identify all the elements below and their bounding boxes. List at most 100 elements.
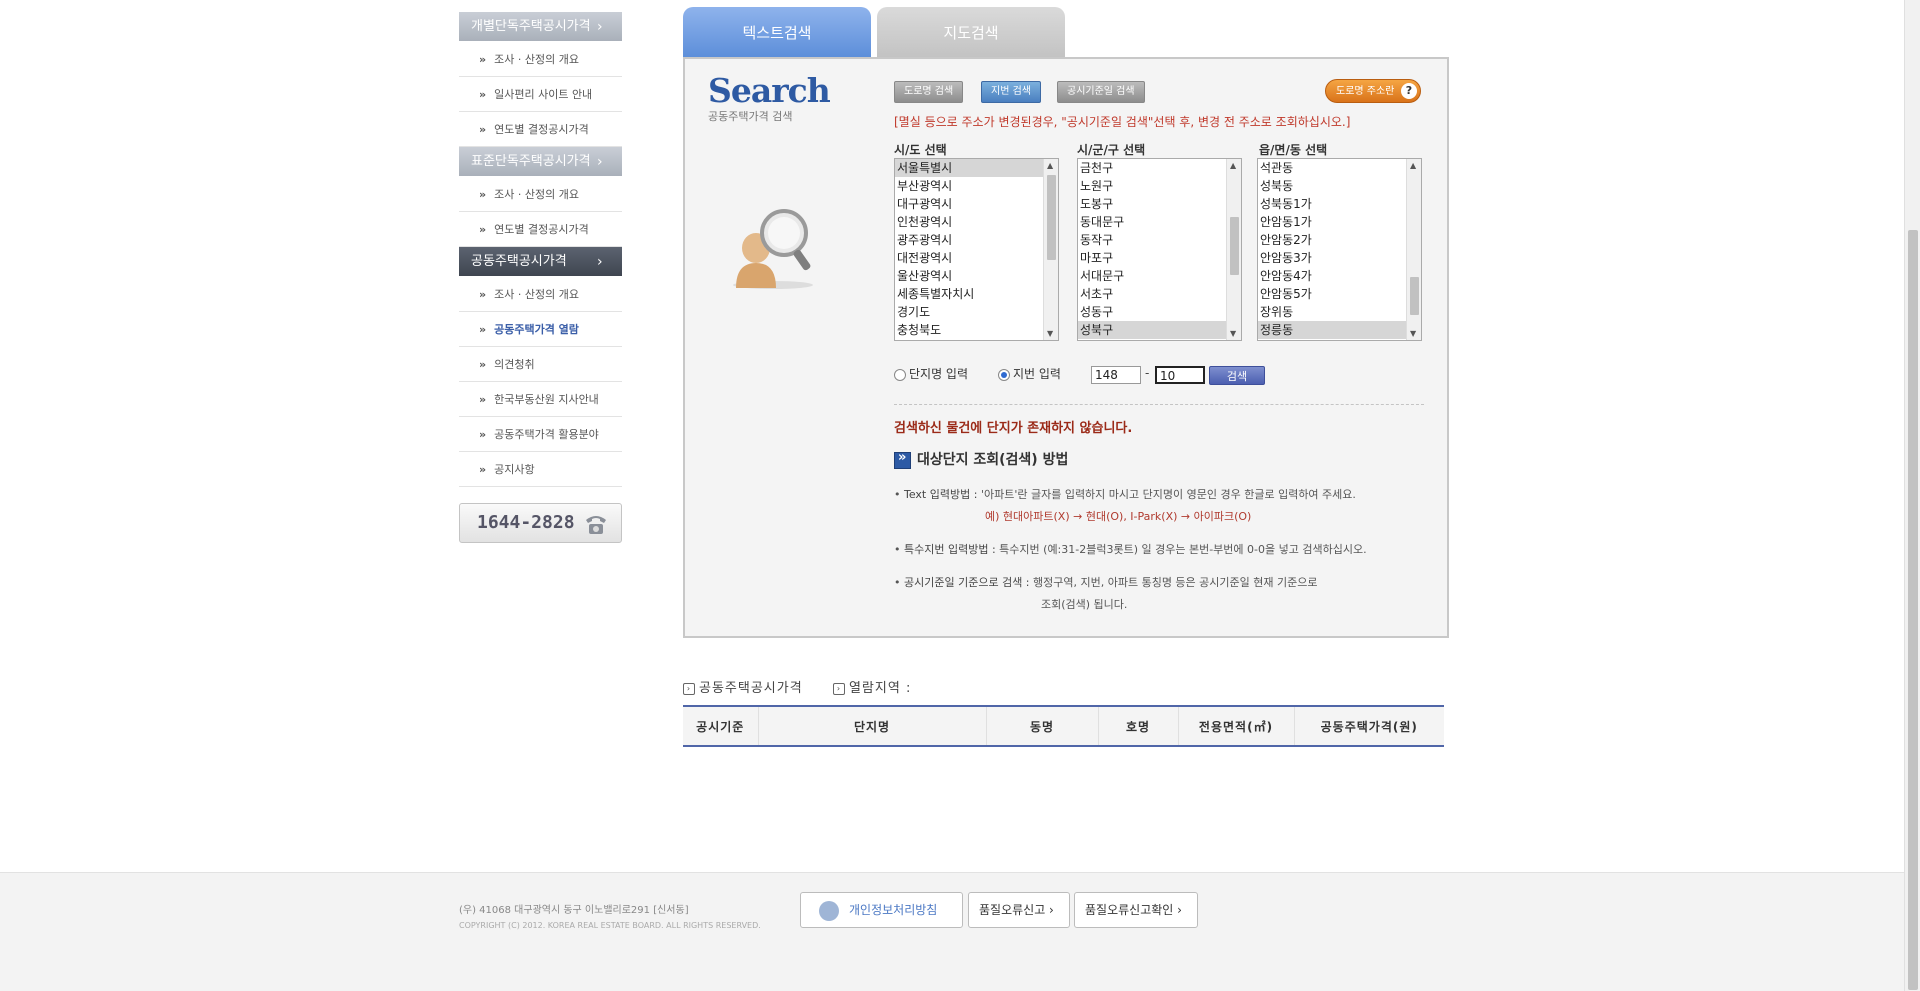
sidebar-item-yearly-2[interactable]: » 연도별 결정공시가격 [459, 212, 622, 247]
list-item[interactable]: 충청북도 [895, 321, 1058, 339]
list-item[interactable]: 마포구 [1078, 249, 1241, 267]
scroll-down-icon[interactable]: ▼ [1230, 329, 1236, 338]
list-item[interactable]: 성북동 [1258, 177, 1421, 195]
sidebar-item-notice[interactable]: » 공지사항 [459, 452, 622, 487]
scroll-thumb[interactable] [1908, 230, 1918, 990]
list-item[interactable]: 노원구 [1078, 177, 1241, 195]
phone-number: 1644-2828 [477, 512, 575, 533]
list-item[interactable]: 도봉구 [1078, 195, 1241, 213]
dong-select[interactable]: 석관동 성북동 성북동1가 안암동1가 안암동2가 안암동3가 안암동4가 안암… [1257, 158, 1422, 341]
menu-head-individual-house[interactable]: 개별단독주택공시가격 › [459, 12, 622, 42]
guide-announce-date: • 공시기준일 기준으로 검색 : 행정구역, 지번, 아파트 통칭명 등은 공… [894, 572, 1317, 616]
bunji-radio[interactable]: 지번 입력 [998, 365, 1061, 382]
bullet-icon: » [479, 288, 487, 301]
help-icon: ? [1401, 83, 1417, 99]
bullet-icon: » [479, 88, 487, 101]
menu-head-apartment[interactable]: 공동주택공시가격 › [459, 247, 622, 277]
radio-icon[interactable] [998, 368, 1010, 381]
list-item[interactable]: 부산광역시 [895, 177, 1058, 195]
scroll-thumb[interactable] [1047, 175, 1056, 260]
result-region-label: 열람지역 : [848, 681, 912, 696]
list-item[interactable]: 성동구 [1078, 303, 1241, 321]
sidebar-item-ilsa[interactable]: » 일사편리 사이트 안내 [459, 77, 622, 112]
list-item[interactable]: 서울특별시 [895, 159, 1058, 177]
list-item[interactable]: 정릉동 [1258, 321, 1421, 339]
list-item[interactable]: 대구광역시 [895, 195, 1058, 213]
radio-icon[interactable] [894, 368, 906, 381]
chevron-right-icon: › [597, 154, 603, 170]
menu-head-standard-house[interactable]: 표준단독주택공시가격 › [459, 147, 622, 177]
announce-date-search-button[interactable]: 공시기준일 검색 [1057, 81, 1145, 103]
menu-head-label: 개별단독주택공시가격 [471, 19, 591, 34]
scrollbar[interactable]: ▲ ▼ [1043, 159, 1058, 340]
sidebar-item-usage[interactable]: » 공동주택가격 활용분야 [459, 417, 622, 452]
sidebar-item-overview-2[interactable]: » 조사 · 산정의 개요 [459, 177, 622, 212]
list-item[interactable]: 동대문구 [1078, 213, 1241, 231]
result-title: 공동주택공시가격 [699, 681, 803, 696]
sidebar-item-label: 한국부동산원 지사안내 [494, 393, 599, 406]
col-price: 공동주택가격(원) [1293, 705, 1444, 747]
tab-text-search[interactable]: 텍스트검색 [683, 7, 871, 59]
chevron-right-icon: › [597, 19, 603, 35]
list-item[interactable]: 안암동4가 [1258, 267, 1421, 285]
list-item[interactable]: 동작구 [1078, 231, 1241, 249]
list-item[interactable]: 안암동3가 [1258, 249, 1421, 267]
list-item[interactable]: 성북구 [1078, 321, 1241, 339]
complex-name-radio[interactable]: 단지명 입력 [894, 365, 968, 382]
menu-head-label: 공동주택공시가격 [471, 254, 567, 269]
sidebar-item-opinion[interactable]: » 의견청취 [459, 347, 622, 382]
scroll-up-icon[interactable]: ▲ [1230, 161, 1236, 170]
sido-label: 시/도 선택 [894, 143, 947, 157]
sidebar-item-overview-1[interactable]: » 조사 · 산정의 개요 [459, 42, 622, 77]
jibun-search-button[interactable]: 지번 검색 [981, 81, 1041, 103]
scrollbar[interactable]: ▲ ▼ [1226, 159, 1241, 340]
sidebar-item-label: 연도별 결정공시가격 [494, 223, 589, 236]
bullet-icon: • [894, 488, 901, 501]
bunji-main-input[interactable]: 148 [1091, 366, 1141, 384]
list-item[interactable]: 서초구 [1078, 285, 1241, 303]
list-item[interactable]: 금천구 [1078, 159, 1241, 177]
road-address-info-button[interactable]: 도로명 주소란? [1325, 79, 1421, 103]
no-result-message: 검색하신 물건에 단지가 존재하지 않습니다. [894, 421, 1133, 436]
scroll-up-icon[interactable]: ▲ [1047, 161, 1053, 170]
sidebar-item-yearly-1[interactable]: » 연도별 결정공시가격 [459, 112, 622, 147]
sidebar-item-branches[interactable]: » 한국부동산원 지사안내 [459, 382, 622, 417]
bunji-sub-input[interactable]: 10 [1155, 366, 1205, 384]
list-item[interactable]: 인천광역시 [895, 213, 1058, 231]
list-item[interactable]: 대전광역시 [895, 249, 1058, 267]
search-logo: Search 공동주택가격 검색 [708, 71, 831, 124]
search-button[interactable]: 검색 [1209, 366, 1265, 385]
quality-report-check-button[interactable]: 품질오류신고확인 › [1074, 892, 1198, 928]
bullet-icon: » [479, 53, 487, 66]
sidebar-item-apartment-view[interactable]: » 공동주택가격 열람 [459, 312, 622, 347]
list-item[interactable]: 장위동 [1258, 303, 1421, 321]
sidebar-item-label: 조사 · 산정의 개요 [494, 288, 579, 301]
sido-select[interactable]: 서울특별시 부산광역시 대구광역시 인천광역시 광주광역시 대전광역시 울산광역… [894, 158, 1059, 341]
magnifier-person-illustration [733, 209, 813, 289]
list-item[interactable]: 안암동2가 [1258, 231, 1421, 249]
bullet-icon: • [894, 576, 901, 589]
sigungu-select[interactable]: 금천구 노원구 도봉구 동대문구 동작구 마포구 서대문구 서초구 성동구 성북… [1077, 158, 1242, 341]
sidebar-item-overview-3[interactable]: » 조사 · 산정의 개요 [459, 277, 622, 312]
list-item[interactable]: 안암동1가 [1258, 213, 1421, 231]
scroll-thumb[interactable] [1410, 277, 1419, 315]
list-item[interactable]: 성북동1가 [1258, 195, 1421, 213]
list-item[interactable]: 세종특별자치시 [895, 285, 1058, 303]
list-item[interactable]: 경기도 [895, 303, 1058, 321]
list-item[interactable]: 광주광역시 [895, 231, 1058, 249]
tab-map-search[interactable]: 지도검색 [877, 7, 1065, 59]
scroll-down-icon[interactable]: ▼ [1047, 329, 1053, 338]
scrollbar[interactable]: ▲ ▼ [1406, 159, 1421, 340]
list-item[interactable]: 안암동5가 [1258, 285, 1421, 303]
scroll-down-icon[interactable]: ▼ [1410, 329, 1416, 338]
list-item[interactable]: 서대문구 [1078, 267, 1241, 285]
scroll-up-icon[interactable]: ▲ [1410, 161, 1416, 170]
page-scrollbar[interactable] [1904, 0, 1920, 991]
guide-text: 행정구역, 지번, 아파트 통칭명 등은 공시기준일 현재 기준으로 [1033, 576, 1318, 589]
road-name-search-button[interactable]: 도로명 검색 [894, 81, 964, 103]
quality-report-button[interactable]: 품질오류신고 › [968, 892, 1070, 928]
list-item[interactable]: 울산광역시 [895, 267, 1058, 285]
scroll-thumb[interactable] [1230, 217, 1239, 275]
privacy-policy-button[interactable]: 개인정보처리방침 [800, 892, 963, 928]
list-item[interactable]: 석관동 [1258, 159, 1421, 177]
